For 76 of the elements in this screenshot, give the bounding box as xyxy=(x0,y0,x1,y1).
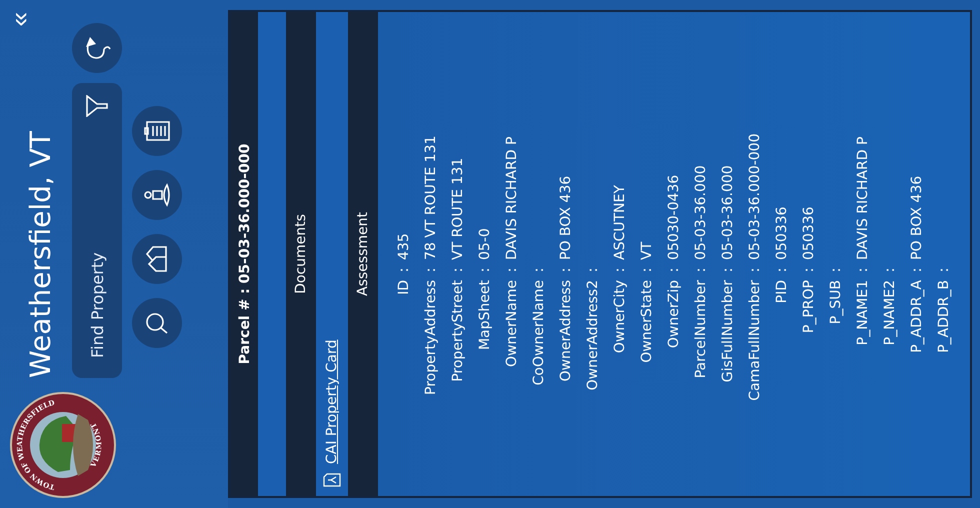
list-icon xyxy=(143,119,171,143)
attribute-name: CamaFullNumber xyxy=(746,280,762,401)
attribute-value: 435 xyxy=(396,233,412,260)
attribute-name: OwnerZip xyxy=(666,280,682,348)
document-link[interactable]: CAI Property Card xyxy=(324,340,340,464)
attribute-colon: : xyxy=(396,268,412,272)
attribute-colon: : xyxy=(530,268,546,272)
attribute-value: DAVIS RICHARD P xyxy=(504,136,520,260)
attribute-colon: : xyxy=(720,268,736,272)
attribute-colon: : xyxy=(746,268,762,272)
attribute-colon: : xyxy=(854,268,870,272)
collapse-button[interactable]: « xyxy=(6,12,32,26)
attribute-colon: : xyxy=(584,268,600,272)
search-bar[interactable]: Find Property xyxy=(72,83,122,378)
attribute-name: ParcelNumber xyxy=(692,280,708,378)
person-button[interactable] xyxy=(132,170,182,220)
attribute-name: P_SUB xyxy=(828,280,844,324)
attribute-colon: : xyxy=(638,268,654,272)
attribute-value: 05-0 xyxy=(476,228,492,260)
attribute-colon: : xyxy=(612,268,628,272)
attribute-value: 78 VT ROUTE 131 xyxy=(422,136,438,260)
attribute-name: P_ADDR_A xyxy=(908,280,924,353)
attribute-name: P_NAME1 xyxy=(854,280,870,346)
attribute-colon: : xyxy=(666,268,682,272)
attribute-value: ASCUTNEY xyxy=(612,185,628,260)
attribute-colon: : xyxy=(800,268,816,272)
attribute-value: PO BOX 436 xyxy=(908,176,924,260)
search-field[interactable]: Find Property xyxy=(86,117,108,360)
houses-button[interactable] xyxy=(132,234,182,284)
attribute-name: OwnerAddress xyxy=(558,280,574,382)
attribute-name: PropertyAddress xyxy=(422,280,438,395)
attribute-value: DAVIS RICHARD P xyxy=(854,136,870,260)
attribute-name: GisFullNumber xyxy=(720,280,736,382)
attribute-colon: : xyxy=(558,268,574,272)
attribute-value: PO BOX 436 xyxy=(558,176,574,260)
attribute-name: OwnerAddress2 xyxy=(584,280,600,390)
attribute-colon: : xyxy=(422,268,438,272)
attribute-value: 05030-0436 xyxy=(666,174,682,260)
attribute-colon: : xyxy=(936,268,952,272)
attribute-name: P_NAME2 xyxy=(882,280,898,346)
attribute-colon: : xyxy=(828,268,844,272)
attribute-colon: : xyxy=(450,268,466,272)
houses-icon xyxy=(144,245,170,273)
search-button[interactable] xyxy=(132,298,182,348)
attribute-name: MapSheet xyxy=(476,280,492,350)
attribute-name: OwnerName xyxy=(504,280,520,368)
attribute-value: 050336 xyxy=(800,206,816,260)
document-icon xyxy=(323,472,341,488)
attribute-name: ID xyxy=(396,280,412,295)
attribute-colon: : xyxy=(692,268,708,272)
list-button[interactable] xyxy=(132,106,182,156)
attribute-value: VT ROUTE 131 xyxy=(450,158,466,260)
attribute-colon: : xyxy=(476,268,492,272)
attribute-value: 05-03-36.000-000 xyxy=(746,134,762,260)
attribute-colon: : xyxy=(908,268,924,272)
section-heading[interactable]: Documents xyxy=(293,214,309,294)
attribute-colon: : xyxy=(774,268,790,272)
attribute-name: CoOwnerName xyxy=(530,280,546,386)
attribute-value: 05-03-36.000 xyxy=(720,165,736,260)
attribute-name: PID xyxy=(774,280,790,304)
lasso-button[interactable] xyxy=(72,23,122,73)
attribute-colon: : xyxy=(504,268,520,272)
attribute-name: P_ADDR_B xyxy=(936,280,952,353)
filter-icon[interactable] xyxy=(85,95,109,117)
attribute-name: P_PROP xyxy=(800,280,816,334)
attribute-value: 05-03-36.000 xyxy=(692,165,708,260)
attribute-value: 050336 xyxy=(774,206,790,260)
attribute-colon: : xyxy=(882,268,898,272)
app-title: Weathersfield, VT xyxy=(24,131,57,378)
attribute-name: OwnerState xyxy=(638,280,654,363)
attribute-name: OwnerCity xyxy=(612,280,628,354)
search-icon xyxy=(144,310,170,336)
section-heading[interactable]: Assessment xyxy=(355,212,371,296)
attribute-value: VT xyxy=(638,242,654,260)
section-heading: Parcel # : 05-03-36.000-000 xyxy=(236,144,252,364)
attribute-name: PropertyStreet xyxy=(450,280,466,382)
